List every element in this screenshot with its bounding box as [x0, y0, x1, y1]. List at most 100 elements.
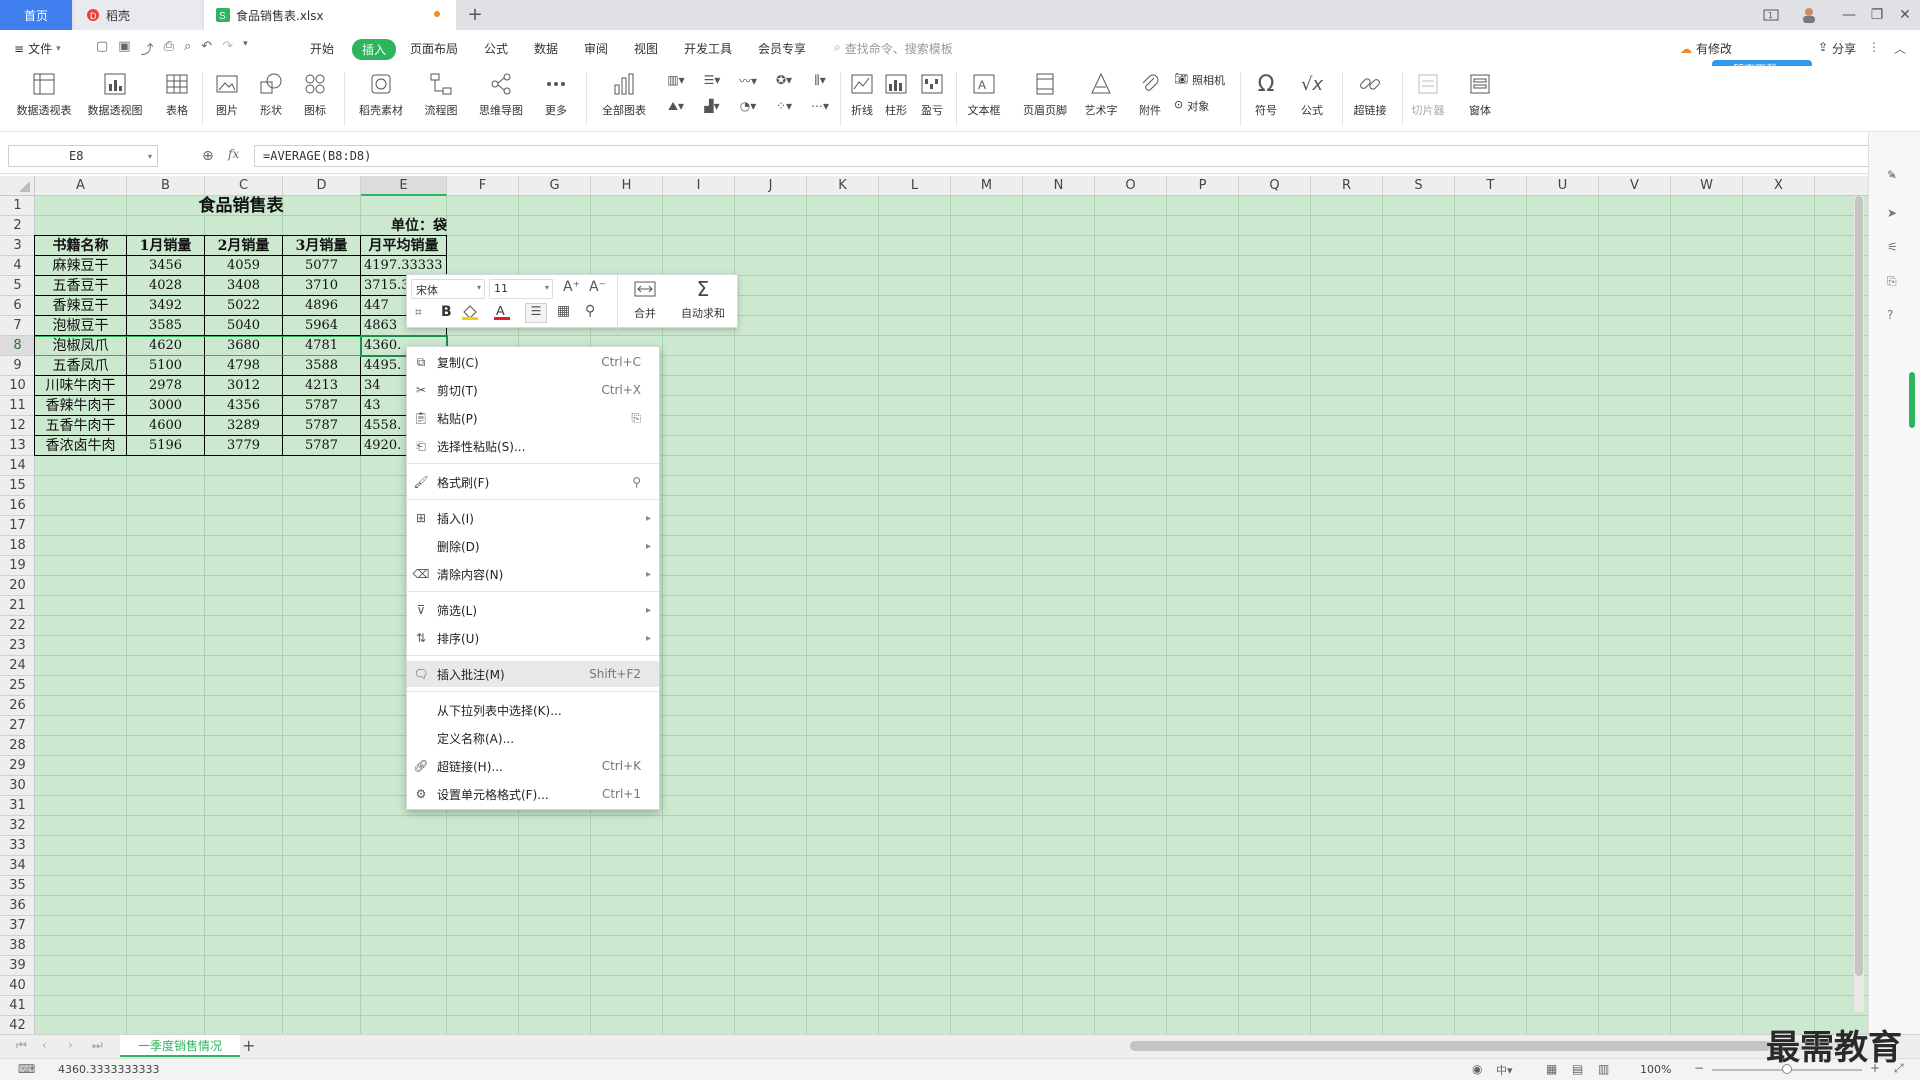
sparkline-winloss-button[interactable]: 盈亏: [916, 70, 948, 118]
sparkline-column-button[interactable]: 柱形: [880, 70, 912, 118]
table-cell[interactable]: 5196: [127, 436, 205, 456]
table-cell[interactable]: 5787: [283, 436, 361, 456]
table-cell[interactable]: 4028: [127, 276, 205, 296]
column-header-h[interactable]: H: [591, 176, 663, 196]
header-footer-button[interactable]: 页眉页脚: [1018, 70, 1072, 118]
row-header-14[interactable]: 14: [0, 456, 35, 476]
row-header-7[interactable]: 7: [0, 316, 35, 336]
area-chart-icon[interactable]: ⛰▾: [662, 96, 690, 116]
menu-delete[interactable]: 删除(D) ▸: [407, 533, 659, 559]
all-charts-button[interactable]: 全部图表: [594, 70, 654, 118]
table-cell[interactable]: 3408: [205, 276, 283, 296]
sidebar-select-icon[interactable]: ➤: [1887, 206, 1897, 220]
row-header-2[interactable]: 2: [0, 216, 35, 236]
column-header-k[interactable]: K: [807, 176, 879, 196]
hyperlink-button[interactable]: 超链接: [1348, 70, 1392, 118]
column-header-c[interactable]: C: [205, 176, 283, 196]
row-header-17[interactable]: 17: [0, 516, 35, 536]
column-header-n[interactable]: N: [1023, 176, 1095, 196]
row-header-12[interactable]: 12: [0, 416, 35, 436]
font-size-select[interactable]: 11 ▾: [489, 279, 553, 299]
object-button[interactable]: ⊙ 对象: [1174, 98, 1209, 114]
row-header-35[interactable]: 35: [0, 876, 35, 896]
customize-chevron-icon[interactable]: ▾: [243, 39, 248, 58]
row-header-16[interactable]: 16: [0, 496, 35, 516]
prev-sheet-icon[interactable]: ‹: [42, 1038, 47, 1052]
page-layout-view-icon[interactable]: ▤: [1572, 1062, 1583, 1076]
menu-format-cells[interactable]: ⚙ 设置单元格格式(F)... Ctrl+1: [407, 781, 659, 807]
more-charts-icon[interactable]: ⋯▾: [806, 96, 834, 116]
column-header-w[interactable]: W: [1671, 176, 1743, 196]
table-cell[interactable]: 4197.33333: [361, 256, 447, 276]
zoom-search-icon[interactable]: ⊕: [202, 148, 214, 164]
restore-icon[interactable]: ❐: [1868, 6, 1886, 24]
fill-color-icon[interactable]: [461, 303, 483, 321]
table-cell[interactable]: 五香牛肉干: [35, 416, 127, 436]
menu-data[interactable]: 数据: [534, 40, 558, 57]
row-header-32[interactable]: 32: [0, 816, 35, 836]
table-cell[interactable]: 5022: [205, 296, 283, 316]
menu-review[interactable]: 审阅: [584, 40, 608, 57]
row-header-23[interactable]: 23: [0, 636, 35, 656]
table-cell[interactable]: 3492: [127, 296, 205, 316]
table-cell[interactable]: 五香凤爪: [35, 356, 127, 376]
table-header-d[interactable]: 3月销量: [283, 236, 361, 256]
daoke-material-button[interactable]: 稻壳素材: [352, 70, 410, 118]
table-header-b[interactable]: 1月销量: [127, 236, 205, 256]
table-cell[interactable]: 4356: [205, 396, 283, 416]
collapse-ribbon-icon[interactable]: ︿: [1894, 40, 1906, 57]
row-header-13[interactable]: 13: [0, 436, 35, 456]
table-button[interactable]: 表格: [158, 70, 196, 118]
row-header-21[interactable]: 21: [0, 596, 35, 616]
format-painter-icon[interactable]: ⚲: [585, 303, 595, 319]
row-header-24[interactable]: 24: [0, 656, 35, 676]
table-cell[interactable]: 3779: [205, 436, 283, 456]
pie-chart-icon[interactable]: ◔▾: [734, 96, 762, 116]
font-name-select[interactable]: 宋体 ▾: [411, 279, 485, 299]
row-header-37[interactable]: 37: [0, 916, 35, 936]
column-header-p[interactable]: P: [1167, 176, 1239, 196]
bar-chart-h-icon[interactable]: ☰▾: [698, 70, 726, 90]
table-cell[interactable]: 5964: [283, 316, 361, 336]
pivot-chart-button[interactable]: 数据透视图: [82, 70, 148, 118]
row-header-39[interactable]: 39: [0, 956, 35, 976]
align-center-icon[interactable]: ☰: [525, 303, 547, 323]
menu-start[interactable]: 开始: [310, 40, 334, 57]
row-header-18[interactable]: 18: [0, 536, 35, 556]
table-cell[interactable]: 4620: [127, 336, 205, 356]
mindmap-button[interactable]: 思维导图: [472, 70, 530, 118]
table-cell[interactable]: 3456: [127, 256, 205, 276]
sheet-title[interactable]: 食品销售表: [35, 196, 447, 218]
column-header-m[interactable]: M: [951, 176, 1023, 196]
zoom-level[interactable]: 100%: [1640, 1063, 1671, 1076]
multi-window-icon[interactable]: 1: [1762, 6, 1780, 24]
row-header-31[interactable]: 31: [0, 796, 35, 816]
row-header-15[interactable]: 15: [0, 476, 35, 496]
column-header-v[interactable]: V: [1599, 176, 1671, 196]
column-header-f[interactable]: F: [447, 176, 519, 196]
increase-font-icon[interactable]: A⁺: [563, 279, 580, 295]
table-cell[interactable]: 4896: [283, 296, 361, 316]
column-header-j[interactable]: J: [735, 176, 807, 196]
row-header-5[interactable]: 5: [0, 276, 35, 296]
row-header-33[interactable]: 33: [0, 836, 35, 856]
row-header-6[interactable]: 6: [0, 296, 35, 316]
tab-file[interactable]: S 食品销售表.xlsx: [204, 0, 456, 30]
menu-paste-special[interactable]: ⎗ 选择性粘贴(S)...: [407, 433, 659, 459]
table-cell[interactable]: 3588: [283, 356, 361, 376]
minimize-icon[interactable]: —: [1840, 6, 1858, 24]
equation-button[interactable]: √x 公式: [1292, 70, 1332, 118]
symbol-button[interactable]: Ω 符号: [1246, 70, 1286, 118]
save-icon[interactable]: ▣: [118, 39, 130, 58]
column-header-o[interactable]: O: [1095, 176, 1167, 196]
fx-icon[interactable]: fx: [228, 147, 239, 161]
share-button[interactable]: ⇪ 分享: [1818, 40, 1856, 57]
table-cell[interactable]: 5787: [283, 396, 361, 416]
table-cell[interactable]: 5100: [127, 356, 205, 376]
column-header-b[interactable]: B: [127, 176, 205, 196]
table-cell[interactable]: 3012: [205, 376, 283, 396]
table-cell[interactable]: 3710: [283, 276, 361, 296]
slicer-button[interactable]: 切片器: [1408, 70, 1448, 118]
table-cell[interactable]: 川味牛肉干: [35, 376, 127, 396]
format-painter-side-icon[interactable]: ⚲: [632, 475, 659, 489]
